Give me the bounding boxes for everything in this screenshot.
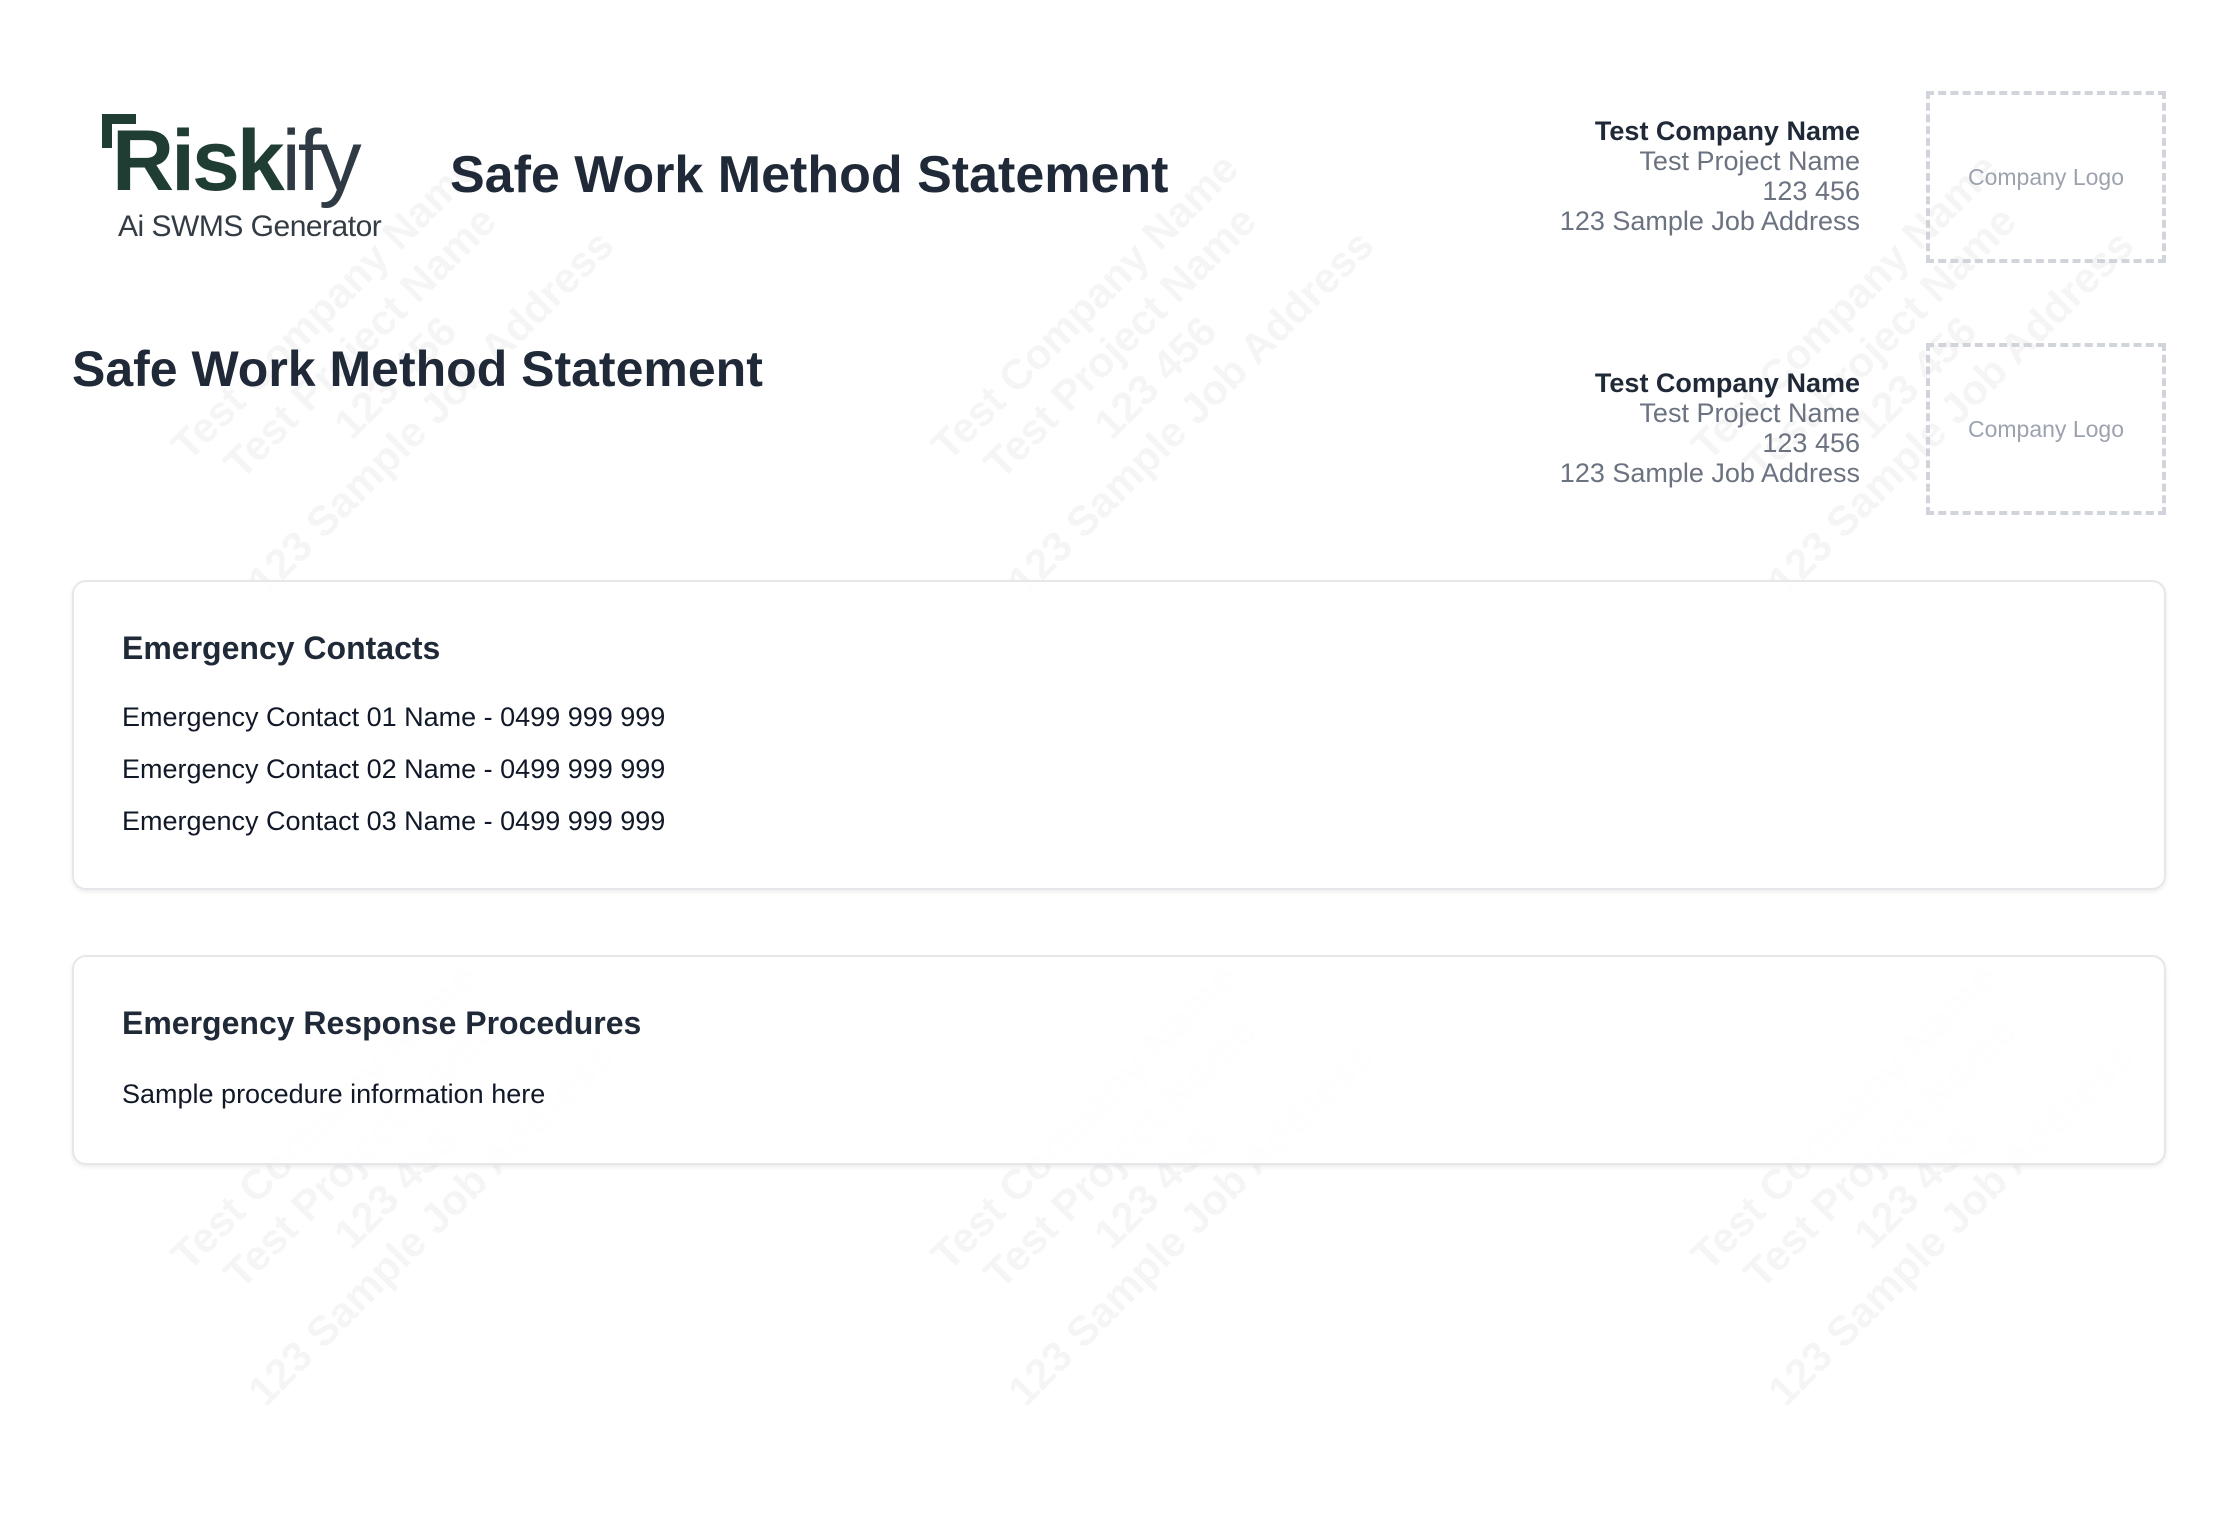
- header-title: Safe Work Method Statement: [450, 146, 1169, 204]
- brand-name: Riskify: [112, 118, 362, 204]
- emergency-contact-item: Emergency Contact 03 Name - 0499 999 999: [122, 806, 666, 836]
- company-logo-label: Company Logo: [1968, 163, 2124, 190]
- company-logo-label: Company Logo: [1968, 415, 2124, 442]
- emergency-contacts-title: Emergency Contacts: [122, 630, 441, 666]
- page-title: Safe Work Method Statement: [72, 341, 763, 397]
- emergency-contact-item: Emergency Contact 01 Name - 0499 999 999: [122, 702, 666, 732]
- brand-tagline: Ai SWMS Generator: [118, 210, 382, 243]
- emergency-contact-item: Emergency Contact 02 Name - 0499 999 999: [122, 754, 666, 784]
- watermark-line: 123 Sample Job Address: [998, 220, 1384, 606]
- company-info-top: Test Company Name Test Project Name 123 …: [1560, 116, 1860, 236]
- emergency-procedures-title: Emergency Response Procedures: [122, 1005, 642, 1041]
- document-header: Riskify Ai SWMS Generator Safe Work Meth…: [0, 0, 2218, 270]
- company-logo-placeholder: Company Logo: [1926, 343, 2166, 515]
- watermark-line: 123 Sample Job Address: [238, 220, 624, 606]
- company-number: 123 456: [1762, 428, 1860, 458]
- brand-logo: Riskify Ai SWMS Generator: [100, 110, 382, 250]
- company-number: 123 456: [1762, 176, 1860, 206]
- company-info-secondary: Test Company Name Test Project Name 123 …: [1560, 368, 1860, 488]
- company-logo-placeholder: Company Logo: [1926, 91, 2166, 263]
- brand-name-light: ify: [281, 113, 362, 209]
- company-name: Test Company Name: [1594, 368, 1860, 398]
- company-name: Test Company Name: [1594, 116, 1860, 146]
- brand-name-bold: Risk: [112, 113, 285, 209]
- project-name: Test Project Name: [1639, 146, 1860, 176]
- emergency-procedures-card: Emergency Response Procedures Sample pro…: [72, 955, 2166, 1165]
- project-name: Test Project Name: [1639, 398, 1860, 428]
- emergency-contacts-card: Emergency Contacts Emergency Contact 01 …: [72, 580, 2166, 890]
- emergency-procedures-text: Sample procedure information here: [122, 1079, 546, 1109]
- job-address: 123 Sample Job Address: [1559, 458, 1860, 488]
- job-address: 123 Sample Job Address: [1559, 206, 1860, 236]
